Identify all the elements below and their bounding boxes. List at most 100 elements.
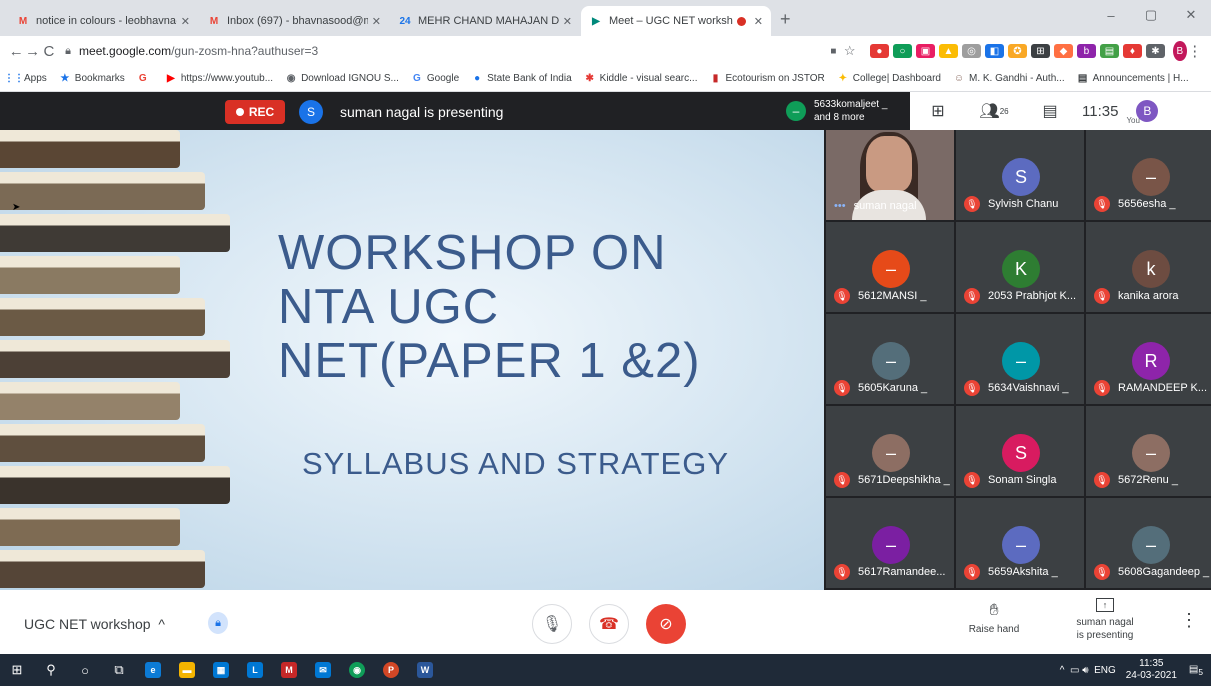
extension-icon[interactable]: ▤: [1099, 44, 1119, 58]
bookmark-item[interactable]: ● State Bank of India: [471, 73, 572, 85]
back-arrow-icon[interactable]: ←: [8, 43, 24, 60]
present-now-button[interactable]: ↑ suman nagal is presenting: [1060, 598, 1150, 642]
powerpoint-icon[interactable]: P: [374, 654, 408, 686]
browser-tab[interactable]: 24 MEHR CHAND MAHAJAN DAV C ✕: [390, 6, 580, 36]
cortana-icon[interactable]: ○: [68, 654, 102, 686]
participant-tile[interactable]: S 🎙︎ Sylvish Chanu: [956, 130, 1084, 220]
close-tab-icon[interactable]: ✕: [181, 15, 190, 28]
battery-icon[interactable]: ▭: [1070, 665, 1079, 676]
puzzle-icon[interactable]: ✱: [1145, 44, 1165, 58]
people-button[interactable]: 👥︎ 26: [966, 101, 1022, 121]
book-shape: [0, 214, 230, 252]
bookmark-item[interactable]: ▶ https://www.youtub...: [165, 73, 273, 85]
extension-icon[interactable]: ✪: [1007, 44, 1027, 58]
bookmark-item[interactable]: ▤ Announcements | H...: [1077, 73, 1189, 85]
browser-tab[interactable]: Mnotice in colours - leobhavna@g ✕: [8, 6, 198, 36]
browser-menu-icon[interactable]: ⋮: [1187, 42, 1203, 60]
extension-icon[interactable]: b: [1076, 44, 1096, 58]
extension-icon[interactable]: ▣: [915, 44, 935, 58]
close-tab-icon[interactable]: ✕: [372, 15, 381, 28]
profile-avatar[interactable]: B: [1172, 41, 1187, 61]
search-icon[interactable]: ⚲: [34, 654, 68, 686]
recording-dot-icon: [736, 16, 746, 26]
participant-tile[interactable]: – 🎙︎ 5656esha _: [1086, 130, 1211, 220]
app-l-icon[interactable]: L: [238, 654, 272, 686]
participant-tile[interactable]: – 🎙︎ 5612MANSI _: [826, 222, 954, 312]
participant-tile[interactable]: – 🎙︎ 5634Vaishnavi _: [956, 314, 1084, 404]
close-tab-icon[interactable]: ✕: [754, 15, 763, 28]
meeting-details-button[interactable]: UGC NET workshop ^: [24, 616, 165, 632]
mcafee-icon[interactable]: M: [272, 654, 306, 686]
extension-icon[interactable]: ⊞: [1030, 44, 1050, 58]
file-explorer-icon[interactable]: ▬: [170, 654, 204, 686]
url-field[interactable]: 🔒︎ meet.google.com /gun-zosm-hna?authuse…: [65, 39, 825, 63]
extension-icon[interactable]: ◧: [984, 44, 1004, 58]
bookmark-item[interactable]: ✦ College| Dashboard: [837, 73, 941, 85]
bookmark-item[interactable]: G Google: [411, 73, 459, 85]
extension-icon[interactable]: ○: [892, 44, 912, 58]
extension-icon[interactable]: ♦: [1122, 44, 1142, 58]
maximize-button[interactable]: ▢: [1131, 0, 1171, 30]
volume-icon[interactable]: 🔊︎: [1082, 665, 1088, 676]
browser-tab[interactable]: ▶ Meet – UGC NET workshop ✕: [581, 6, 771, 36]
bookmark-item[interactable]: ✱ Kiddle - visual searc...: [584, 73, 697, 85]
new-tab-button[interactable]: +: [780, 9, 791, 30]
raise-hand-button[interactable]: ✋︎ Raise hand: [964, 602, 1024, 635]
reload-icon[interactable]: C: [41, 43, 57, 60]
participant-tile[interactable]: – 🎙︎ 5659Akshita _: [956, 498, 1084, 588]
bookmark-item[interactable]: ▮ Ecotourism on JSTOR: [709, 73, 825, 85]
bookmark-item[interactable]: ☺ M. K. Gandhi - Auth...: [953, 73, 1065, 85]
layout-grid-icon[interactable]: ⊞: [910, 101, 966, 121]
star-bookmark-icon[interactable]: ☆: [842, 43, 858, 59]
participant-tile[interactable]: ••• suman nagal: [826, 130, 954, 220]
language-indicator[interactable]: ENG: [1094, 665, 1116, 676]
tab-title: Inbox (697) - bhavnasood@mcm: [227, 15, 368, 27]
chrome-icon[interactable]: ◉: [340, 654, 374, 686]
browser-tab[interactable]: M Inbox (697) - bhavnasood@mcm ✕: [199, 6, 389, 36]
host-controls-shield-icon[interactable]: 🔒︎: [208, 612, 228, 634]
participant-tile[interactable]: – 🎙︎ 5672Renu _: [1086, 406, 1211, 496]
word-icon[interactable]: W: [408, 654, 442, 686]
notification-center-icon[interactable]: ▤5: [1189, 664, 1203, 677]
participant-tile[interactable]: – 🎙︎ 5608Gagandeep _: [1086, 498, 1211, 588]
chevron-up-icon: ^: [158, 616, 165, 632]
close-window-button[interactable]: ✕: [1171, 0, 1211, 30]
leave-call-button[interactable]: ☎︎: [589, 604, 629, 644]
join-notification[interactable]: – 5633komaljeet _ and 8 more: [778, 94, 910, 128]
participant-tile[interactable]: S 🎙︎ Sonam Singla: [956, 406, 1084, 496]
mail-icon[interactable]: ✉: [306, 654, 340, 686]
camera-off-button[interactable]: ⊘: [646, 604, 686, 644]
edge-icon[interactable]: e: [136, 654, 170, 686]
bookmark-item[interactable]: ◉ Download IGNOU S...: [285, 73, 399, 85]
task-view-icon[interactable]: ⧉: [102, 654, 136, 686]
mic-muted-icon: 🎙︎: [834, 288, 850, 304]
bookmark-item[interactable]: ★ Bookmarks: [59, 73, 125, 85]
join-avatar: –: [786, 101, 806, 121]
microphone-button[interactable]: 🎙︎: [532, 604, 572, 644]
extension-icon[interactable]: ◎: [961, 44, 981, 58]
participant-tile[interactable]: – 🎙︎ 5605Karuna _: [826, 314, 954, 404]
windows-start-icon[interactable]: ⊞: [0, 654, 34, 686]
bookmark-item[interactable]: G: [137, 73, 153, 85]
participant-tile[interactable]: k 🎙︎ kanika arora: [1086, 222, 1211, 312]
system-clock[interactable]: 11:35 24-03-2021: [1126, 658, 1177, 682]
self-view[interactable]: B You: [1126, 100, 1159, 125]
extension-icon[interactable]: ◆: [1053, 44, 1073, 58]
extension-icon[interactable]: ●: [869, 44, 889, 58]
slide-title-line1: WORKSHOP ON: [278, 226, 667, 280]
chat-icon[interactable]: ▤: [1022, 101, 1078, 121]
store-icon[interactable]: ▦: [204, 654, 238, 686]
extension-icon[interactable]: ▲: [938, 44, 958, 58]
camera-in-use-icon[interactable]: ■: [825, 46, 841, 57]
chevron-up-icon[interactable]: ^: [1060, 665, 1065, 676]
participant-tile[interactable]: – 🎙︎ 5671Deepshikha _: [826, 406, 954, 496]
participant-tile[interactable]: R 🎙︎ RAMANDEEP K...: [1086, 314, 1211, 404]
bookmark-item[interactable]: ⋮⋮ Apps: [4, 73, 47, 85]
close-tab-icon[interactable]: ✕: [563, 15, 572, 28]
forward-arrow-icon[interactable]: →: [24, 43, 40, 60]
participant-tile[interactable]: – 🎙︎ 5617Ramandee...: [826, 498, 954, 588]
window-controls: – ▢ ✕: [1091, 0, 1211, 30]
participant-tile[interactable]: K 🎙︎ 2053 Prabhjot K...: [956, 222, 1084, 312]
minimize-button[interactable]: –: [1091, 0, 1131, 30]
more-options-icon[interactable]: ⋮: [1180, 610, 1198, 631]
